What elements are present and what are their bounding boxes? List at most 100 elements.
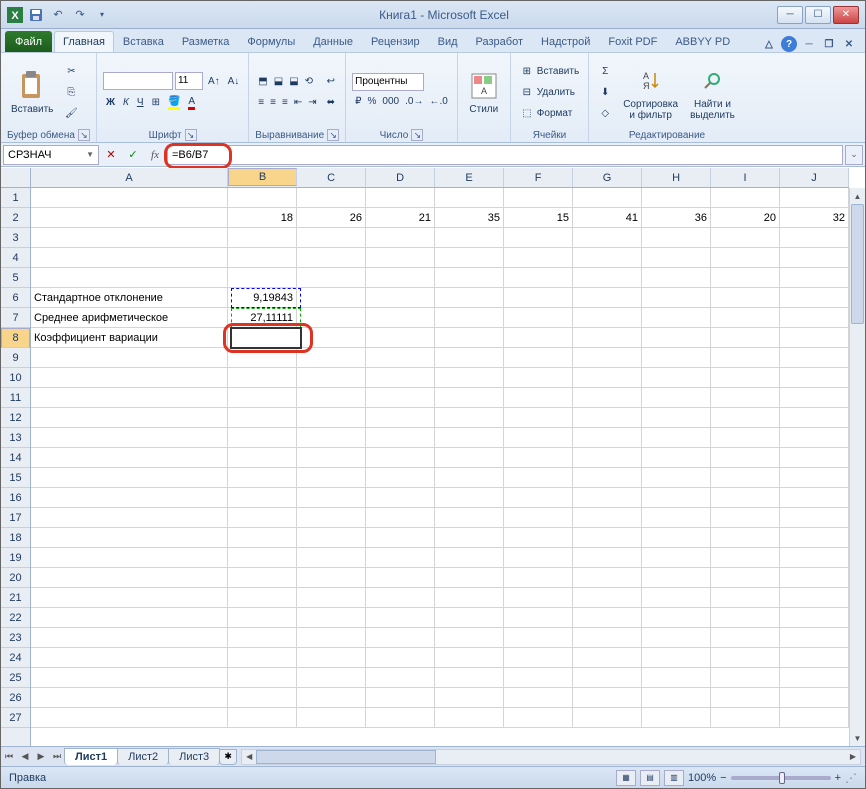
cell-A27[interactable] <box>31 708 228 728</box>
cell-E3[interactable] <box>435 228 504 248</box>
col-header-H[interactable]: H <box>642 168 711 187</box>
cell-G11[interactable] <box>573 388 642 408</box>
cell-A9[interactable] <box>31 348 228 368</box>
cell-D24[interactable] <box>366 648 435 668</box>
align-left-button[interactable]: ≡ <box>255 93 267 113</box>
cell-J7[interactable] <box>780 308 849 328</box>
cell-I19[interactable] <box>711 548 780 568</box>
col-header-F[interactable]: F <box>504 168 573 187</box>
cell-H23[interactable] <box>642 628 711 648</box>
zoom-in-button[interactable]: + <box>835 772 841 784</box>
font-size-select[interactable] <box>175 72 203 90</box>
cell-J1[interactable] <box>780 188 849 208</box>
row-header-22[interactable]: 22 <box>1 608 30 628</box>
cell-F1[interactable] <box>504 188 573 208</box>
cell-F20[interactable] <box>504 568 573 588</box>
cell-B18[interactable] <box>228 528 297 548</box>
cell-I5[interactable] <box>711 268 780 288</box>
cell-J14[interactable] <box>780 448 849 468</box>
cell-G20[interactable] <box>573 568 642 588</box>
cell-D14[interactable] <box>366 448 435 468</box>
cell-B8[interactable]: =B6/B7 <box>228 328 297 348</box>
row-header-3[interactable]: 3 <box>1 228 30 248</box>
cell-B23[interactable] <box>228 628 297 648</box>
col-header-J[interactable]: J <box>780 168 849 187</box>
cell-B19[interactable] <box>228 548 297 568</box>
cell-H9[interactable] <box>642 348 711 368</box>
format-cells-button[interactable]: ⬚Формат <box>517 104 582 124</box>
dec-decimal-button[interactable]: ←.0 <box>426 92 450 112</box>
cell-F16[interactable] <box>504 488 573 508</box>
review-tab[interactable]: Рецензир <box>362 31 429 52</box>
row-header-11[interactable]: 11 <box>1 388 30 408</box>
cell-C14[interactable] <box>297 448 366 468</box>
cell-E2[interactable]: 35 <box>435 208 504 228</box>
cell-I12[interactable] <box>711 408 780 428</box>
doc-minimize-icon[interactable]: ─ <box>801 36 817 52</box>
cell-C22[interactable] <box>297 608 366 628</box>
cell-H13[interactable] <box>642 428 711 448</box>
cell-J26[interactable] <box>780 688 849 708</box>
new-sheet-button[interactable]: ✱ <box>219 749 237 765</box>
cell-A12[interactable] <box>31 408 228 428</box>
cell-G22[interactable] <box>573 608 642 628</box>
cell-I18[interactable] <box>711 528 780 548</box>
cell-C12[interactable] <box>297 408 366 428</box>
cell-J11[interactable] <box>780 388 849 408</box>
cell-F23[interactable] <box>504 628 573 648</box>
cell-F3[interactable] <box>504 228 573 248</box>
cell-E24[interactable] <box>435 648 504 668</box>
row-header-17[interactable]: 17 <box>1 508 30 528</box>
cell-G4[interactable] <box>573 248 642 268</box>
cell-A26[interactable] <box>31 688 228 708</box>
cell-B16[interactable] <box>228 488 297 508</box>
copy-button[interactable]: ⎘ <box>61 82 81 102</box>
cell-F17[interactable] <box>504 508 573 528</box>
cell-E13[interactable] <box>435 428 504 448</box>
cell-C19[interactable] <box>297 548 366 568</box>
cell-J22[interactable] <box>780 608 849 628</box>
cell-I9[interactable] <box>711 348 780 368</box>
col-header-B[interactable]: B <box>228 168 297 186</box>
row-header-2[interactable]: 2 <box>1 208 30 228</box>
cell-G26[interactable] <box>573 688 642 708</box>
cell-E4[interactable] <box>435 248 504 268</box>
cell-J10[interactable] <box>780 368 849 388</box>
cell-F13[interactable] <box>504 428 573 448</box>
cell-F24[interactable] <box>504 648 573 668</box>
row-header-12[interactable]: 12 <box>1 408 30 428</box>
row-header-1[interactable]: 1 <box>1 188 30 208</box>
row-header-8[interactable]: 8 <box>1 328 30 348</box>
cell-G14[interactable] <box>573 448 642 468</box>
file-tab[interactable]: Файл <box>5 31 52 52</box>
cell-B14[interactable] <box>228 448 297 468</box>
row-header-5[interactable]: 5 <box>1 268 30 288</box>
cell-A13[interactable] <box>31 428 228 448</box>
scroll-up-button[interactable]: ▲ <box>850 188 865 204</box>
row-header-14[interactable]: 14 <box>1 448 30 468</box>
paste-button[interactable]: Вставить <box>7 68 57 117</box>
cell-B15[interactable] <box>228 468 297 488</box>
cell-D7[interactable] <box>366 308 435 328</box>
cell-F26[interactable] <box>504 688 573 708</box>
cell-B17[interactable] <box>228 508 297 528</box>
cell-I6[interactable] <box>711 288 780 308</box>
cell-I27[interactable] <box>711 708 780 728</box>
cell-F10[interactable] <box>504 368 573 388</box>
vscroll-thumb[interactable] <box>851 204 864 324</box>
cell-D18[interactable] <box>366 528 435 548</box>
cell-I2[interactable]: 20 <box>711 208 780 228</box>
col-header-G[interactable]: G <box>573 168 642 187</box>
cell-D4[interactable] <box>366 248 435 268</box>
cell-H17[interactable] <box>642 508 711 528</box>
cell-B4[interactable] <box>228 248 297 268</box>
cell-B24[interactable] <box>228 648 297 668</box>
row-header-27[interactable]: 27 <box>1 708 30 728</box>
cell-G2[interactable]: 41 <box>573 208 642 228</box>
cell-I11[interactable] <box>711 388 780 408</box>
row-header-4[interactable]: 4 <box>1 248 30 268</box>
cell-C17[interactable] <box>297 508 366 528</box>
merge-button[interactable]: ⬌ <box>324 93 338 113</box>
row-header-24[interactable]: 24 <box>1 648 30 668</box>
cell-A6[interactable]: Стандартное отклонение <box>31 288 228 308</box>
